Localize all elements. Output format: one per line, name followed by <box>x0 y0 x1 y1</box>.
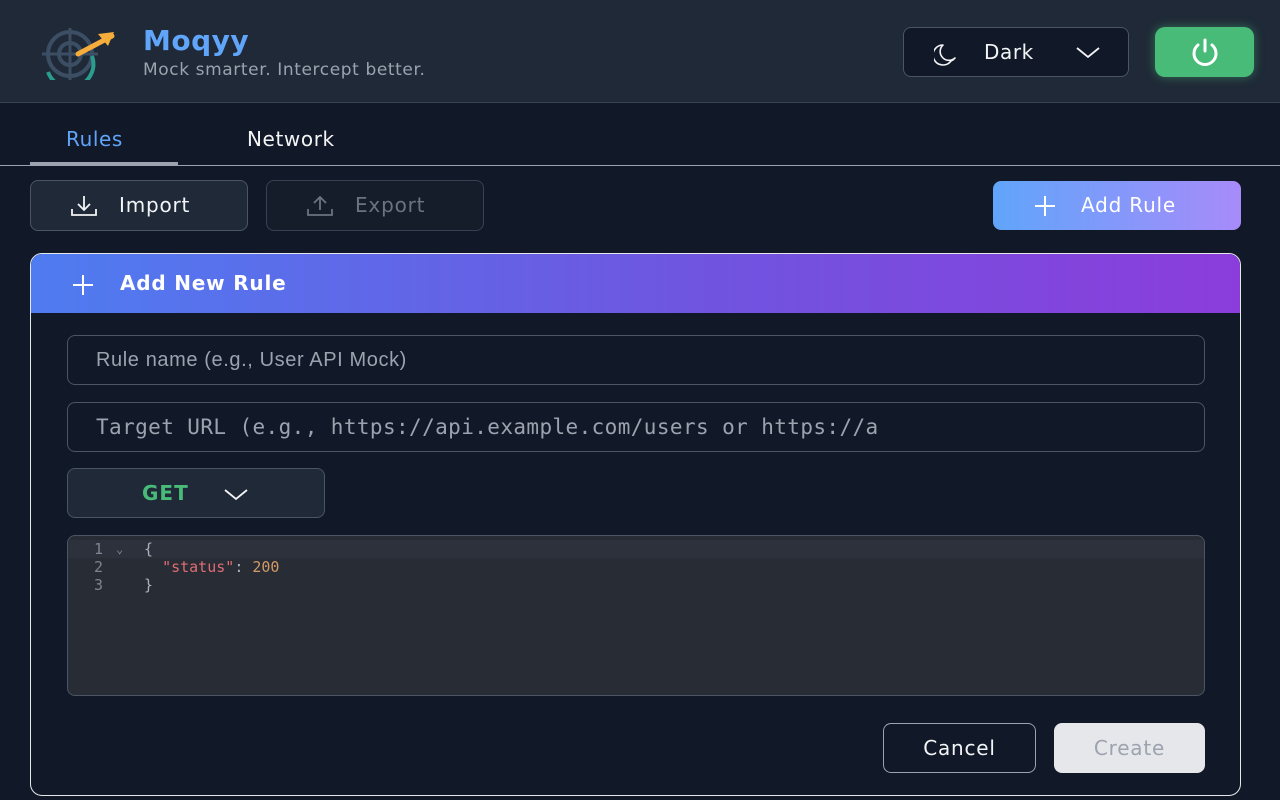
editor-line: 2 "status": 200 <box>68 558 1204 576</box>
code-text: { <box>144 540 154 558</box>
add-rule-panel: Add New Rule GET 1 ⌄ { 2 "status": 200 3… <box>30 253 1241 796</box>
download-icon <box>71 196 97 216</box>
create-button[interactable]: Create <box>1054 723 1205 773</box>
target-arrow-icon <box>42 28 115 80</box>
plus-icon <box>73 275 93 295</box>
method-select[interactable]: GET <box>67 468 325 518</box>
code-text: "status": 200 <box>144 558 279 576</box>
editor-line: 1 ⌄ { <box>68 540 1204 558</box>
export-button[interactable]: Export <box>266 180 484 231</box>
active-tab-indicator <box>30 162 178 165</box>
json-value: 200 <box>252 558 280 576</box>
editor-line: 3 } <box>68 576 1204 594</box>
theme-toggle-button[interactable]: Dark <box>903 27 1129 77</box>
theme-label: Dark <box>984 40 1034 64</box>
chevron-down-icon <box>224 489 248 501</box>
plus-icon <box>1035 196 1055 216</box>
cancel-button[interactable]: Cancel <box>883 723 1036 773</box>
upload-icon <box>307 195 333 216</box>
line-number: 3 <box>94 576 104 594</box>
app-tagline: Mock smarter. Intercept better. <box>143 60 426 80</box>
tab-bar: Rules Network <box>0 103 1280 166</box>
import-label: Import <box>119 193 191 217</box>
rule-name-input[interactable] <box>67 335 1205 385</box>
panel-header: Add New Rule <box>31 254 1240 313</box>
app-header: Moqyy Mock smarter. Intercept better. Da… <box>0 0 1280 103</box>
tab-network[interactable]: Network <box>247 127 335 151</box>
chevron-down-icon <box>1076 47 1100 59</box>
power-icon <box>1192 38 1218 66</box>
tab-rules[interactable]: Rules <box>66 127 123 151</box>
import-button[interactable]: Import <box>30 180 248 231</box>
response-body-editor[interactable]: 1 ⌄ { 2 "status": 200 3 } <box>67 535 1205 696</box>
target-url-input[interactable] <box>67 402 1205 452</box>
line-number: 2 <box>94 558 104 576</box>
add-rule-label: Add Rule <box>1081 193 1177 217</box>
moon-icon <box>934 44 956 66</box>
export-label: Export <box>355 193 426 217</box>
json-separator: : <box>234 558 253 576</box>
panel-title: Add New Rule <box>120 271 287 295</box>
code-text: } <box>144 576 154 594</box>
method-value: GET <box>142 481 189 505</box>
line-number: 1 <box>94 540 104 558</box>
json-key: "status" <box>162 558 235 576</box>
power-toggle-button[interactable] <box>1155 27 1254 77</box>
fold-chevron-icon[interactable]: ⌄ <box>116 542 123 556</box>
app-title: Moqyy <box>143 24 250 57</box>
add-rule-button[interactable]: Add Rule <box>993 181 1241 230</box>
